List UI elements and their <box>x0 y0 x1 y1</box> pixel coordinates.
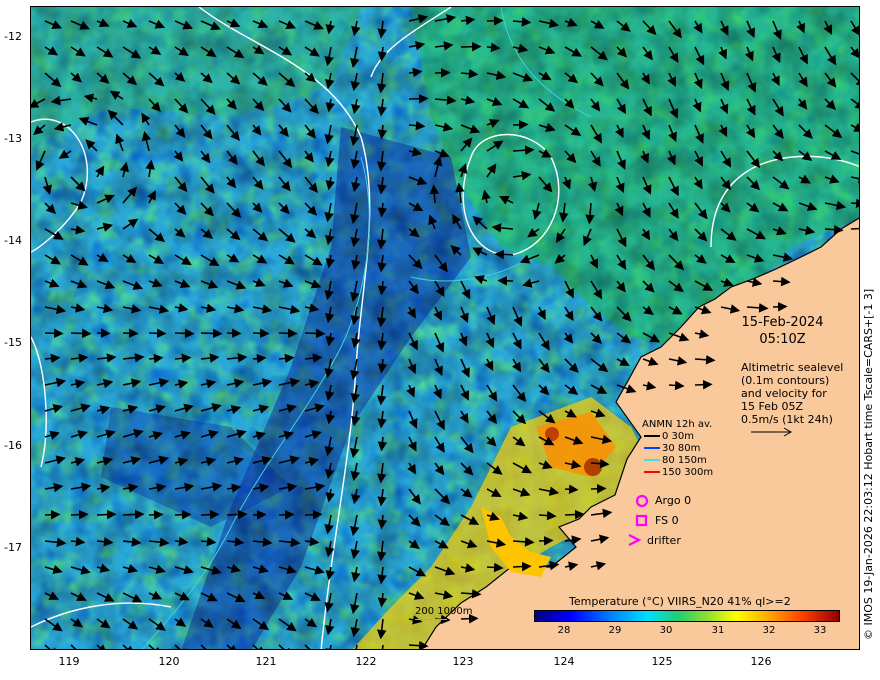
anmn-legend-title: ANMN 12h av. <box>642 419 713 430</box>
altimetry-note-line: 15 Feb 05Z <box>741 400 803 413</box>
velocity-arrow <box>200 509 220 520</box>
date-label: 15-Feb-2024 <box>741 315 824 330</box>
colorbar-tick: 33 <box>813 625 827 636</box>
sst-hotspot-2 <box>584 458 602 476</box>
velocity-arrow <box>486 42 501 53</box>
velocity-arrow <box>460 41 482 52</box>
time-label: 05:10Z <box>759 332 806 347</box>
velocity-arrow <box>494 249 514 260</box>
velocity-arrow <box>564 484 579 495</box>
anmn-legend-label: 80 150m <box>662 455 707 466</box>
lon-tick: 119 <box>58 655 80 668</box>
velocity-arrow <box>304 328 326 339</box>
velocity-arrow <box>122 509 145 520</box>
velocity-arrow <box>148 509 164 520</box>
velocity-arrow <box>512 119 529 130</box>
altimetry-note-line: Altimetric sealevel <box>741 361 844 374</box>
colorbar-tick: 32 <box>762 625 776 636</box>
argo-label: Argo 0 <box>655 494 692 507</box>
lat-tick: -15 <box>4 336 22 349</box>
sst-hotspot-1 <box>545 427 559 441</box>
velocity-arrow <box>850 198 859 209</box>
lon-tick: 126 <box>750 655 772 668</box>
velocity-arrow <box>148 328 167 339</box>
velocity-arrow <box>772 301 788 312</box>
lon-tick: 120 <box>158 655 180 668</box>
velocity-arrow <box>226 328 242 338</box>
colorbar-tick: 30 <box>659 625 673 636</box>
isobath-legend-line <box>415 619 447 620</box>
colorbar-tick: 29 <box>608 625 622 636</box>
velocity-arrow <box>252 328 270 339</box>
velocity-arrow <box>70 509 89 520</box>
lat-tick: -13 <box>4 132 22 145</box>
velocity-arrow <box>44 509 61 520</box>
anmn-legend-item: 80 150m <box>644 455 707 466</box>
altimetry-note-line: and velocity for <box>741 387 827 400</box>
velocity-arrow <box>226 509 248 520</box>
velocity-arrow <box>668 380 685 391</box>
velocity-arrow <box>252 510 267 520</box>
velocity-arrow <box>538 535 554 546</box>
anmn-swatch-80-150 <box>644 459 660 461</box>
lat-tick: -14 <box>4 234 22 247</box>
scale-arrow-icon <box>751 427 793 437</box>
lon-tick: 121 <box>255 655 277 668</box>
anmn-legend-label: 0 30m <box>662 431 695 442</box>
velocity-arrow <box>590 483 607 494</box>
credit-line: © IMOS 19-Jan-2026 22:03:12 Hobart time … <box>862 288 875 640</box>
velocity-arrow <box>497 275 514 286</box>
drifter-label: drifter <box>647 534 681 547</box>
velocity-arrow <box>96 509 117 520</box>
colorbar-tick: 31 <box>711 625 725 636</box>
velocity-arrow <box>486 562 504 573</box>
velocity-arrow <box>174 509 192 520</box>
fs-label: FS 0 <box>655 514 679 527</box>
anmn-legend-item: 0 30m <box>644 431 694 442</box>
velocity-arrow <box>278 509 295 520</box>
altimetry-note-line: 0.5m/s (1kt 24h) <box>741 413 833 426</box>
velocity-arrow <box>538 510 557 521</box>
velocity-arrow <box>408 93 429 104</box>
lon-tick: 122 <box>355 655 377 668</box>
isobath-legend: 200 1000m <box>415 606 472 620</box>
velocity-arrow <box>850 227 859 230</box>
velocity-arrow <box>564 509 585 520</box>
lat-tick: -17 <box>4 541 22 554</box>
velocity-arrow <box>200 328 223 339</box>
velocity-arrow <box>694 379 713 390</box>
isobath-legend-label: 200 1000m <box>415 606 473 617</box>
colorbar-title: Temperature (°C) VIIRS_N20 41% ql>=2 <box>569 595 791 608</box>
anmn-swatch-30-80 <box>644 447 660 449</box>
altimetry-note-line: (0.1m contours) <box>741 374 830 387</box>
anmn-swatch-0-30 <box>644 435 660 437</box>
velocity-arrow <box>70 328 92 339</box>
lon-tick: 123 <box>452 655 474 668</box>
anmn-legend-label: 30 80m <box>662 443 701 454</box>
colorbar-tick: 28 <box>557 625 571 636</box>
anmn-legend-label: 150 300m <box>662 467 714 478</box>
velocity-arrow <box>772 276 791 287</box>
lon-tick: 124 <box>553 655 575 668</box>
velocity-arrow <box>278 328 298 339</box>
lat-tick: -16 <box>4 439 22 452</box>
temperature-colorbar <box>534 610 840 622</box>
velocity-arrow <box>512 561 532 572</box>
velocity-arrow <box>44 328 64 339</box>
velocity-arrow <box>304 509 323 520</box>
velocity-arrow <box>174 328 195 339</box>
lon-tick: 125 <box>651 655 673 668</box>
lat-tick: -12 <box>4 30 22 43</box>
velocity-arrow <box>122 328 139 339</box>
anmn-legend-item: 30 80m <box>644 443 700 454</box>
anmn-legend-item: 150 300m <box>644 467 713 478</box>
anmn-swatch-150-300 <box>644 471 660 473</box>
